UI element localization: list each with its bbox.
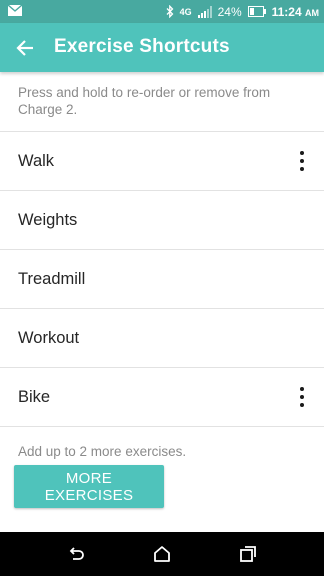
clock-time: 11:24 (271, 4, 302, 19)
app-bar: Exercise Shortcuts (0, 23, 324, 72)
recent-apps-nav-icon[interactable] (238, 544, 258, 564)
more-options-icon[interactable] (294, 151, 310, 171)
add-exercises-note: Add up to 2 more exercises. (18, 444, 187, 459)
battery-icon (247, 6, 266, 17)
back-nav-icon[interactable] (66, 544, 86, 564)
clock: 11:24 AM (272, 5, 319, 19)
exercise-list: Walk Weights Treadmill Workout Bike (0, 131, 324, 427)
exercise-item-workout[interactable]: Workout (0, 308, 324, 367)
mail-notification-icon (8, 5, 22, 16)
exercise-label: Walk (18, 151, 55, 170)
battery-percentage: 24% (217, 4, 242, 19)
clock-am-pm: AM (305, 7, 319, 18)
reorder-hint: Press and hold to re-order or remove fro… (18, 85, 271, 117)
exercise-label: Workout (18, 328, 80, 347)
exercise-label: Weights (18, 210, 78, 229)
exercise-item-treadmill[interactable]: Treadmill (0, 249, 324, 308)
more-exercises-button[interactable]: MORE EXERCISES (14, 465, 164, 508)
system-nav-bar (0, 532, 324, 576)
page-title: Exercise Shortcuts (54, 36, 230, 57)
bluetooth-icon (166, 5, 173, 18)
back-button[interactable] (12, 35, 38, 61)
exercise-label: Bike (18, 387, 51, 406)
network-type-label: 4G (179, 6, 192, 17)
signal-strength-icon (197, 5, 212, 18)
back-arrow-icon (16, 40, 33, 56)
exercise-item-walk[interactable]: Walk (0, 131, 324, 190)
more-options-icon[interactable] (294, 387, 310, 407)
exercise-label: Treadmill (18, 269, 86, 288)
home-nav-icon[interactable] (152, 544, 172, 564)
status-bar: 4G 24% 11:24 AM (0, 0, 324, 23)
exercise-item-weights[interactable]: Weights (0, 190, 324, 249)
exercise-item-bike[interactable]: Bike (0, 367, 324, 427)
